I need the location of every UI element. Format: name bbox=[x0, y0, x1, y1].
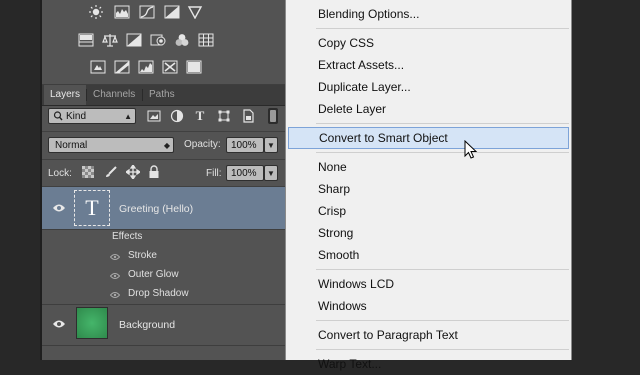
layer-effects-list: Effects Stroke Outer Glow Drop Shadow bbox=[42, 230, 286, 304]
color-balance-icon[interactable] bbox=[102, 33, 118, 47]
effect-stroke[interactable]: Stroke bbox=[128, 250, 157, 261]
exposure-icon[interactable] bbox=[164, 5, 180, 19]
updown-arrows-icon: ▲ bbox=[124, 112, 132, 121]
pixel-layer-filter-icon[interactable] bbox=[147, 109, 161, 123]
mouse-pointer-icon bbox=[464, 139, 478, 163]
effect-visibility-eye-icon[interactable] bbox=[109, 271, 121, 283]
fill-input[interactable]: 100% bbox=[226, 165, 264, 181]
effect-drop-shadow[interactable]: Drop Shadow bbox=[128, 288, 189, 299]
effects-label: Effects bbox=[112, 231, 143, 242]
layer-row-greeting[interactable]: T Greeting (Hello) bbox=[42, 187, 286, 229]
menu-item-blending-options[interactable]: Blending Options... bbox=[286, 3, 571, 25]
divider bbox=[42, 345, 286, 346]
opacity-label: Opacity: bbox=[184, 139, 221, 150]
menu-item-antialias-sharp[interactable]: Sharp bbox=[286, 178, 571, 200]
menu-separator bbox=[316, 269, 569, 270]
menu-separator bbox=[316, 123, 569, 124]
gradient-map-icon[interactable] bbox=[186, 60, 202, 74]
layers-panel: Layers Channels Paths Kind ▲ T Normal ◆ … bbox=[42, 0, 286, 360]
left-toolbar-strip bbox=[0, 0, 42, 360]
text-layer-thumbnail[interactable]: T bbox=[74, 190, 110, 226]
lock-label: Lock: bbox=[48, 168, 72, 179]
visibility-eye-icon[interactable] bbox=[52, 203, 66, 213]
tab-channels[interactable]: Channels bbox=[87, 85, 141, 105]
visibility-eye-icon[interactable] bbox=[52, 319, 66, 329]
updown-arrows-icon: ◆ bbox=[163, 141, 170, 150]
layer-row-background[interactable]: Background bbox=[42, 305, 286, 345]
divider bbox=[42, 159, 286, 160]
tab-paths[interactable]: Paths bbox=[143, 85, 181, 105]
channel-mixer-icon[interactable] bbox=[174, 33, 190, 47]
effect-visibility-eye-icon[interactable] bbox=[109, 290, 121, 302]
layer-name: Greeting (Hello) bbox=[119, 203, 194, 215]
menu-separator bbox=[316, 28, 569, 29]
fill-dropdown-arrow[interactable]: ▼ bbox=[264, 165, 278, 181]
blend-mode-value: Normal bbox=[55, 140, 88, 151]
menu-item-windows[interactable]: Windows bbox=[286, 295, 571, 317]
menu-separator bbox=[316, 349, 569, 350]
photo-filter-icon[interactable] bbox=[150, 33, 166, 47]
hue-saturation-icon[interactable] bbox=[78, 33, 94, 47]
menu-item-duplicate-layer[interactable]: Duplicate Layer... bbox=[286, 76, 571, 98]
lock-transparent-pixels-icon[interactable] bbox=[82, 166, 94, 178]
filter-kind-label: Kind bbox=[66, 111, 87, 122]
divider bbox=[42, 131, 286, 132]
curves-icon[interactable] bbox=[139, 5, 155, 19]
lock-all-padlock-icon[interactable] bbox=[148, 165, 160, 179]
menu-item-convert-to-smart-object[interactable]: Convert to Smart Object bbox=[288, 127, 569, 149]
selective-color-icon[interactable] bbox=[162, 60, 178, 74]
canvas-area bbox=[572, 0, 640, 360]
blend-mode-dropdown[interactable]: Normal ◆ bbox=[48, 137, 174, 153]
fill-label: Fill: bbox=[206, 168, 222, 179]
menu-item-antialias-crisp[interactable]: Crisp bbox=[286, 200, 571, 222]
effect-outer-glow[interactable]: Outer Glow bbox=[128, 269, 179, 280]
menu-separator bbox=[316, 320, 569, 321]
posterize-icon[interactable] bbox=[114, 60, 130, 74]
menu-item-extract-assets[interactable]: Extract Assets... bbox=[286, 54, 571, 76]
opacity-input[interactable]: 100% bbox=[226, 137, 264, 153]
menu-item-copy-css[interactable]: Copy CSS bbox=[286, 32, 571, 54]
menu-item-warp-text[interactable]: Warp Text... bbox=[286, 353, 571, 375]
menu-item-delete-layer[interactable]: Delete Layer bbox=[286, 98, 571, 120]
color-lookup-icon[interactable] bbox=[198, 33, 214, 47]
layer-name: Background bbox=[119, 319, 176, 331]
opacity-dropdown-arrow[interactable]: ▼ bbox=[264, 137, 278, 153]
levels-icon[interactable] bbox=[114, 5, 130, 19]
menu-separator bbox=[316, 152, 569, 153]
adjustments-panel bbox=[42, 0, 286, 85]
background-layer-thumbnail[interactable] bbox=[76, 307, 108, 339]
layer-context-menu: Blending Options... Copy CSS Extract Ass… bbox=[285, 0, 572, 371]
filter-toggle-switch[interactable] bbox=[268, 108, 278, 124]
menu-item-antialias-smooth[interactable]: Smooth bbox=[286, 244, 571, 266]
type-layer-filter-icon[interactable]: T bbox=[193, 108, 207, 123]
vibrance-icon[interactable] bbox=[187, 5, 203, 19]
smart-object-filter-icon[interactable] bbox=[241, 109, 255, 123]
menu-item-antialias-none[interactable]: None bbox=[286, 156, 571, 178]
panel-tabs: Layers Channels Paths bbox=[42, 85, 286, 106]
tab-layers[interactable]: Layers bbox=[44, 85, 87, 105]
search-icon bbox=[53, 109, 63, 129]
lock-image-pixels-brush-icon[interactable] bbox=[104, 165, 118, 179]
layer-filter-dropdown[interactable]: Kind ▲ bbox=[48, 108, 136, 124]
brightness-contrast-icon[interactable] bbox=[88, 5, 104, 19]
black-white-icon[interactable] bbox=[126, 33, 142, 47]
text-layer-t-icon: T bbox=[85, 195, 99, 220]
adjustment-layer-filter-icon[interactable] bbox=[170, 109, 184, 123]
menu-item-antialias-strong[interactable]: Strong bbox=[286, 222, 571, 244]
menu-item-windows-lcd[interactable]: Windows LCD bbox=[286, 273, 571, 295]
invert-icon[interactable] bbox=[90, 60, 106, 74]
lock-position-move-icon[interactable] bbox=[124, 163, 142, 181]
shape-layer-filter-icon[interactable] bbox=[217, 109, 231, 123]
threshold-icon[interactable] bbox=[138, 60, 154, 74]
effect-visibility-eye-icon[interactable] bbox=[109, 252, 121, 264]
menu-item-convert-to-paragraph-text[interactable]: Convert to Paragraph Text bbox=[286, 324, 571, 346]
